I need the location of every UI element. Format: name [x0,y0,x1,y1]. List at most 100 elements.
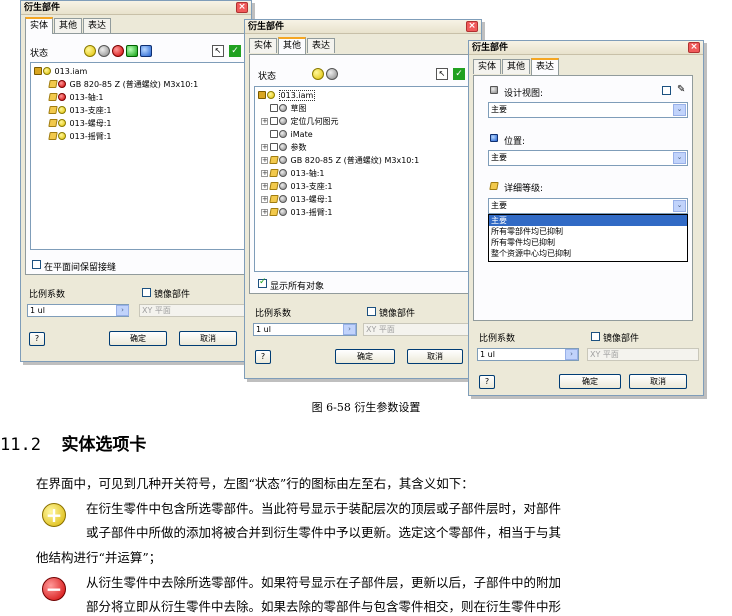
cancel-button[interactable]: 取消 [179,331,237,346]
exclude-icon [279,104,287,112]
tree-item[interactable]: 013-螺母:1 [48,117,112,129]
tree-item[interactable]: + 013-支座:1 [261,180,333,192]
mirror-plane-select[interactable]: XY 平面 [139,304,249,317]
design-view-select[interactable]: 主要 [488,102,688,118]
close-icon[interactable]: × [466,21,478,32]
tab-solid[interactable]: 实体 [25,17,54,34]
expand-icon[interactable]: + [261,117,268,125]
include-icon [58,119,66,127]
cancel-button[interactable]: 取消 [629,374,687,389]
tree-item[interactable]: GB 820-85 Z (普通螺纹) M3x10:1 [48,78,198,90]
tab-panel: 状态 ↖ ✓ 013.iam GB 820-85 Z (普通螺纹) M3x10:… [25,33,249,275]
expand-icon[interactable]: + [261,208,268,216]
expand-icon[interactable]: + [261,182,268,190]
help-button[interactable]: ? [29,332,45,346]
show-all-checkbox[interactable] [258,277,267,288]
tree-item[interactable]: 013-摇臂:1 [48,130,112,142]
exclude-icon [279,182,287,190]
exclude-icon [279,130,287,138]
close-icon[interactable]: × [688,42,700,53]
scale-input[interactable]: 1 ul [27,304,129,317]
tree-item[interactable]: 013-轴:1 [48,91,104,103]
chevron-down-icon[interactable]: ⌄ [673,152,686,164]
chevron-down-icon[interactable]: ⌄ [673,200,686,212]
dropdown-option[interactable]: 所有零件均已抑制 [489,237,687,248]
scale-arrow-button[interactable]: › [343,324,356,335]
mirror-label: 镜像部件 [603,334,640,344]
checkmark-icon[interactable]: ✓ [453,68,465,80]
tree-item-root[interactable]: 013.iam [34,65,87,77]
preserve-seams-checkbox[interactable] [32,260,41,269]
suppress-status-icon[interactable] [98,45,110,57]
component-tree: 013.iam 草图 + 定位几何图元 iMate + 参数 + GB 820-… [254,86,476,272]
ok-button[interactable]: 确定 [559,374,621,389]
scale-arrow-button[interactable]: › [116,305,129,316]
assembly-icon [34,67,42,75]
tree-item-root[interactable]: 013.iam [258,89,316,101]
close-icon[interactable]: × [236,2,248,13]
dropdown-option[interactable]: 所有零部件均已抑制 [489,226,687,237]
expand-icon[interactable]: + [261,143,268,151]
design-view-label: 设计视图: [504,89,544,99]
mirror-checkbox[interactable] [142,288,151,297]
mirror-checkbox[interactable] [367,307,376,316]
select-arrow-icon[interactable]: ↖ [436,68,448,80]
surface-status-icon[interactable] [126,45,138,57]
exclude-status-icon[interactable] [326,68,338,80]
body-status-icon[interactable] [140,45,152,57]
scale-input[interactable]: 1 ul [477,348,579,361]
help-button[interactable]: ? [255,350,271,364]
include-status-icon[interactable] [84,45,96,57]
tab-representation[interactable]: 表达 [307,38,336,53]
select-arrow-icon[interactable]: ↖ [212,45,224,57]
ok-button[interactable]: 确定 [335,349,395,364]
mirror-plane-select[interactable]: XY 平面 [363,323,477,336]
tree-item[interactable]: + GB 820-85 Z (普通螺纹) M3x10:1 [261,154,419,166]
tab-solid[interactable]: 实体 [249,38,278,53]
level-of-detail-select[interactable]: 主要 [488,198,688,214]
tab-panel: 状态 ↖ ✓ 013.iam 草图 + 定位几何图元 iMate + 参数 + … [249,54,479,294]
include-icon [58,132,66,140]
scale-input[interactable]: 1 ul [253,323,357,336]
tab-solid[interactable]: 实体 [473,59,502,74]
checkmark-icon[interactable]: ✓ [229,45,241,57]
include-icon [58,106,66,114]
tree-item[interactable]: + 013-轴:1 [261,167,325,179]
associative-checkbox[interactable] [662,86,671,95]
help-button[interactable]: ? [479,375,495,389]
preserve-seams-label: 在平面间保留接缝 [44,263,117,273]
tree-item[interactable]: 草图 [261,102,307,114]
tree-item[interactable]: + 定位几何图元 [261,115,339,127]
tree-item[interactable]: + 013-螺母:1 [261,193,333,205]
tab-other[interactable]: 其他 [502,59,531,74]
scale-arrow-button[interactable]: › [565,349,578,360]
expand-icon[interactable]: + [261,156,268,164]
tree-item[interactable]: + 013-摇臂:1 [261,206,333,218]
mirror-plane-select[interactable]: XY 平面 [587,348,699,361]
part-icon [269,169,279,177]
include-icon [43,67,51,75]
include-icon [267,91,275,99]
tab-other[interactable]: 其他 [54,18,83,33]
intro-paragraph: 在界面中，可见到几种开关符号，左图“状态”行的图标由左至右，其含义如下： [36,476,474,491]
level-of-detail-icon [489,182,499,190]
tab-representation[interactable]: 表达 [83,18,112,33]
include-status-icon[interactable] [312,68,324,80]
tree-item[interactable]: + 参数 [261,141,307,153]
status-label: 状态 [258,72,277,82]
exclude-icon [279,156,287,164]
tree-item[interactable]: 013-支座:1 [48,104,112,116]
ok-button[interactable]: 确定 [109,331,167,346]
mirror-checkbox[interactable] [591,332,600,341]
cancel-button[interactable]: 取消 [407,349,463,364]
tab-other[interactable]: 其他 [278,37,307,54]
chevron-down-icon[interactable]: ⌄ [673,104,686,116]
expand-icon[interactable]: + [261,169,268,177]
expand-icon[interactable]: + [261,195,268,203]
dropdown-option[interactable]: 整个资源中心均已抑制 [489,248,687,259]
tab-representation[interactable]: 表达 [531,58,560,75]
dropdown-option-selected[interactable]: 主要 [489,215,687,226]
position-select[interactable]: 主要 [488,150,688,166]
exclude-status-icon[interactable] [112,45,124,57]
tree-item[interactable]: iMate [261,128,313,140]
